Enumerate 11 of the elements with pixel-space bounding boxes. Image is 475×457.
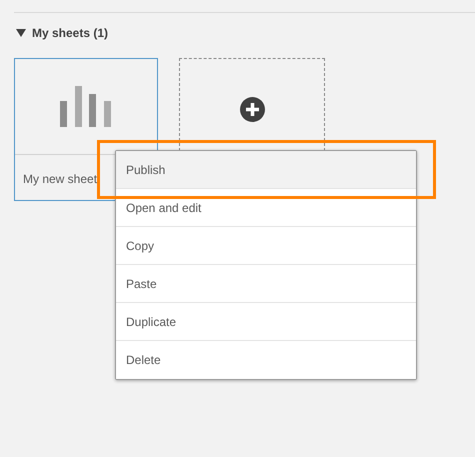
section-title: My sheets (1) — [32, 26, 108, 40]
collapse-icon[interactable] — [16, 29, 26, 37]
sheet-title: My new sheet — [23, 172, 98, 186]
menu-item[interactable]: Paste — [116, 265, 416, 303]
menu-item[interactable]: Publish — [116, 151, 416, 189]
menu-item[interactable]: Duplicate — [116, 303, 416, 341]
plus-icon — [240, 97, 264, 122]
menu-item[interactable]: Delete — [116, 341, 416, 379]
bar-chart-icon — [60, 86, 112, 127]
menu-item[interactable]: Open and edit — [116, 189, 416, 227]
menu-item[interactable]: Copy — [116, 227, 416, 265]
